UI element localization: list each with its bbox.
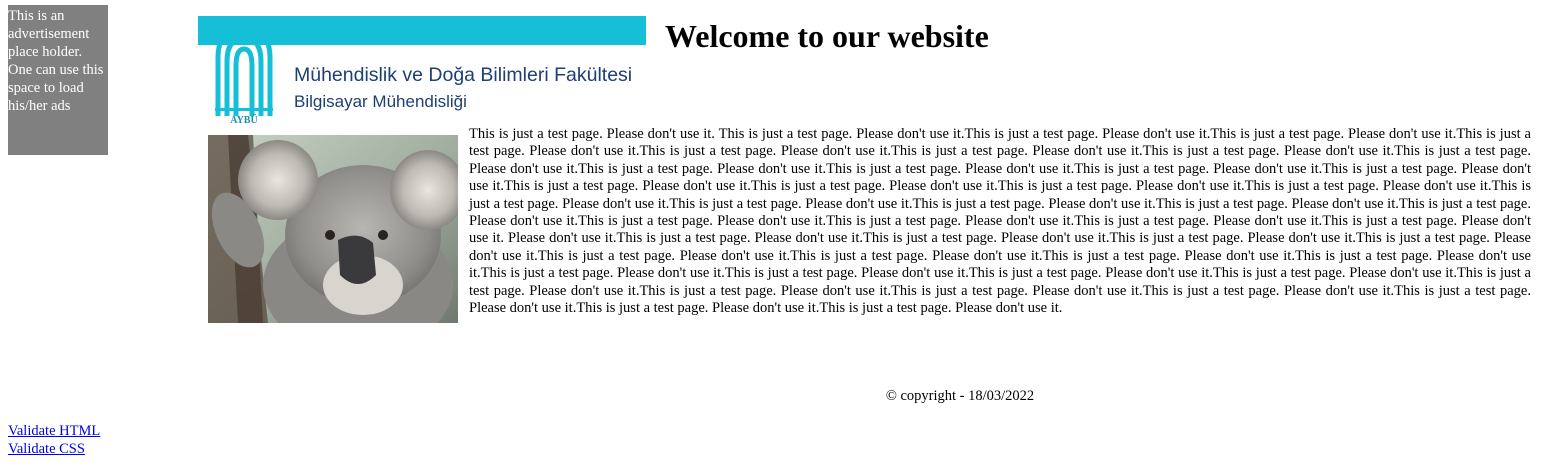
faculty-name: Mühendislik ve Doğa Bilimleri Fakültesi xyxy=(294,64,633,86)
department-name: Bilgisayar Mühendisliği xyxy=(294,92,467,111)
logo-text: AYBÜ xyxy=(230,113,257,126)
faculty-banner: AYBÜ Mühendislik ve Doğa Bilimleri Fakül… xyxy=(198,16,646,126)
article-text: This is just a test page. Please don't u… xyxy=(469,126,1531,317)
validate-css-link[interactable]: Validate CSS xyxy=(8,440,100,458)
validate-html-link[interactable]: Validate HTML xyxy=(8,422,100,440)
university-logo-icon: AYBÜ xyxy=(215,25,273,126)
validation-links: Validate HTML Validate CSS xyxy=(8,422,100,458)
advertisement-text: This is an advertisement place holder. O… xyxy=(8,8,104,114)
page-title: Welcome to our website xyxy=(665,18,989,54)
advertisement-placeholder: This is an advertisement place holder. O… xyxy=(8,5,108,155)
copyright-footer: © copyright - 18/03/2022 xyxy=(885,388,1035,404)
koala-photo xyxy=(208,135,458,323)
